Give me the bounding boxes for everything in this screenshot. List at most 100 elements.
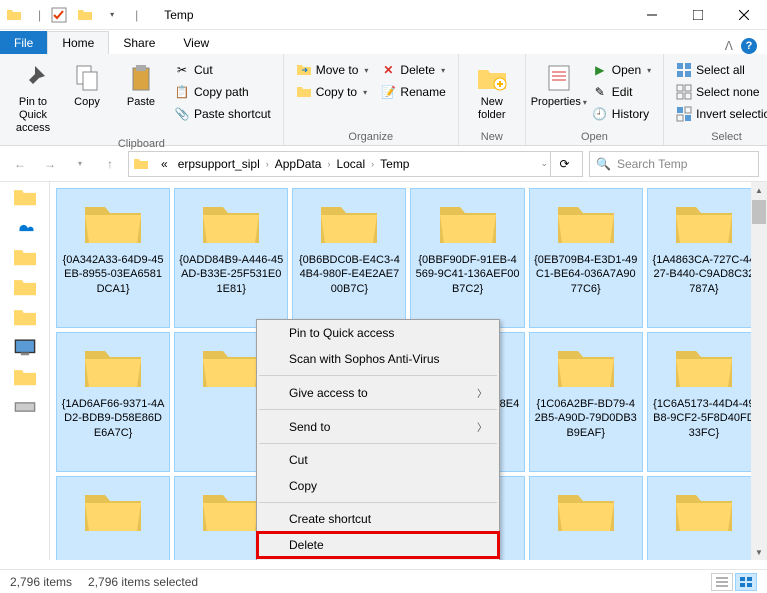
- navigation-pane[interactable]: [0, 182, 50, 560]
- crumb[interactable]: erpsupport_sipl: [174, 157, 264, 171]
- properties-icon: [543, 62, 575, 94]
- group-label: Organize: [292, 129, 450, 143]
- folder-icon[interactable]: [14, 308, 36, 326]
- chevron-right-icon: 〉: [477, 419, 487, 434]
- folder-item[interactable]: {0ADD84B9-A446-45AD-B33E-25F531E01E81}: [174, 188, 288, 328]
- folder-icon: [436, 197, 500, 247]
- move-to-button[interactable]: Move to: [292, 60, 373, 80]
- forward-button[interactable]: →: [38, 152, 62, 176]
- folder-item[interactable]: {1A4863CA-727C-4427-B440-C9AD8C32787A}: [647, 188, 761, 328]
- minimize-button[interactable]: [629, 0, 675, 30]
- scroll-thumb[interactable]: [752, 200, 766, 224]
- folder-icon[interactable]: [14, 368, 36, 386]
- drive-icon[interactable]: [14, 398, 36, 416]
- group-label: New: [467, 129, 517, 143]
- ctx-send-to[interactable]: Send to〉: [257, 413, 499, 440]
- breadcrumb[interactable]: « erpsupport_sipl› AppData› Local› Temp …: [128, 151, 583, 177]
- history-button[interactable]: 🕘History: [588, 104, 655, 124]
- scroll-up-arrow[interactable]: ▲: [751, 182, 767, 198]
- search-icon: 🔍: [596, 157, 611, 171]
- folder-item[interactable]: [647, 476, 761, 560]
- folder-item[interactable]: [529, 476, 643, 560]
- select-none-button[interactable]: Select none: [672, 82, 767, 102]
- help-icon[interactable]: ?: [741, 38, 757, 54]
- move-to-icon: [296, 62, 312, 78]
- crumb[interactable]: Local: [332, 157, 369, 171]
- copy-path-button[interactable]: 📋Copy path: [170, 82, 275, 102]
- open-button[interactable]: ▶Open: [588, 60, 655, 80]
- paste-shortcut-button[interactable]: 📎Paste shortcut: [170, 104, 275, 124]
- ctx-pin-to-quick-access[interactable]: Pin to Quick access: [257, 320, 499, 346]
- maximize-button[interactable]: [675, 0, 721, 30]
- properties-button[interactable]: Properties: [534, 58, 584, 109]
- up-button[interactable]: ↑: [98, 152, 122, 176]
- pin-to-quick-access-button[interactable]: Pin to Quick access: [8, 58, 58, 136]
- rename-icon: 📝: [380, 84, 396, 100]
- copy-icon: [71, 62, 103, 94]
- recent-dropdown[interactable]: ▾: [68, 152, 92, 176]
- refresh-button[interactable]: ⟳: [550, 152, 578, 176]
- tab-file[interactable]: File: [0, 31, 47, 54]
- delete-button[interactable]: ✕Delete: [376, 60, 449, 80]
- folder-item[interactable]: [56, 476, 170, 560]
- search-input[interactable]: 🔍 Search Temp: [589, 151, 759, 177]
- details-view-button[interactable]: [711, 573, 733, 591]
- folder-name: {1A4863CA-727C-4427-B440-C9AD8C32787A}: [652, 253, 756, 296]
- select-all-icon: [676, 62, 692, 78]
- ctx-give-access-to[interactable]: Give access to〉: [257, 379, 499, 406]
- tab-view[interactable]: View: [169, 31, 223, 54]
- this-pc-icon[interactable]: [14, 338, 36, 356]
- vertical-scrollbar[interactable]: ▲ ▼: [751, 182, 767, 560]
- history-dropdown[interactable]: ⌄: [540, 158, 548, 169]
- item-count: 2,796 items: [10, 575, 72, 589]
- folder-item[interactable]: {0B6BDC0B-E4C3-44B4-980F-E4E2AE700B7C}: [292, 188, 406, 328]
- select-all-button[interactable]: Select all: [672, 60, 767, 80]
- new-folder-button[interactable]: New folder: [467, 58, 517, 122]
- folder-icon: [554, 485, 618, 535]
- folder-icon[interactable]: [14, 248, 36, 266]
- crumb[interactable]: «: [157, 157, 172, 171]
- crumb[interactable]: Temp: [376, 157, 413, 171]
- folder-item[interactable]: {0EB709B4-E3D1-49C1-BE64-036A7A9077C6}: [529, 188, 643, 328]
- folder-icon[interactable]: [14, 188, 36, 206]
- group-label: Select: [672, 129, 767, 143]
- ctx-rename[interactable]: Rename: [257, 558, 499, 560]
- folder-item[interactable]: {1C6A5173-44D4-49B8-9CF2-5F8D40FD33FC}: [647, 332, 761, 472]
- icons-view-button[interactable]: [735, 573, 757, 591]
- folder-item[interactable]: {0A342A33-64D9-45EB-8955-03EA6581DCA1}: [56, 188, 170, 328]
- invert-selection-icon: [676, 106, 692, 122]
- folder-icon[interactable]: [14, 278, 36, 296]
- checkbox-icon[interactable]: [51, 7, 67, 23]
- ctx-delete[interactable]: Delete: [257, 532, 499, 558]
- separator: |: [38, 8, 41, 22]
- folder-item[interactable]: {1C06A2BF-BD79-42B5-A90D-79D0DB3B9EAF}: [529, 332, 643, 472]
- ctx-scan-antivirus[interactable]: Scan with Sophos Anti-Virus: [257, 346, 499, 372]
- tab-home[interactable]: Home: [47, 31, 109, 54]
- file-list[interactable]: {0A342A33-64D9-45EB-8955-03EA6581DCA1}{0…: [50, 182, 767, 560]
- folder-icon: [77, 7, 93, 23]
- back-button[interactable]: ←: [8, 152, 32, 176]
- qa-dropdown[interactable]: [103, 7, 119, 23]
- onedrive-icon[interactable]: [14, 218, 36, 236]
- ribbon-tabs: File Home Share View ᐱ ?: [0, 30, 767, 54]
- rename-button[interactable]: 📝Rename: [376, 82, 449, 102]
- edit-button[interactable]: ✎Edit: [588, 82, 655, 102]
- close-button[interactable]: [721, 0, 767, 30]
- cut-button[interactable]: ✂Cut: [170, 60, 275, 80]
- paste-button[interactable]: Paste: [116, 58, 166, 109]
- copy-to-button[interactable]: Copy to: [292, 82, 373, 102]
- folder-item[interactable]: {1AD6AF66-9371-4AD2-BDB9-D58E86DE6A7C}: [56, 332, 170, 472]
- copy-to-icon: [296, 84, 312, 100]
- ctx-create-shortcut[interactable]: Create shortcut: [257, 506, 499, 532]
- folder-name: {1C06A2BF-BD79-42B5-A90D-79D0DB3B9EAF}: [534, 397, 638, 440]
- crumb[interactable]: AppData: [271, 157, 326, 171]
- ctx-cut[interactable]: Cut: [257, 447, 499, 473]
- invert-selection-button[interactable]: Invert selection: [672, 104, 767, 124]
- collapse-ribbon-icon[interactable]: ᐱ: [725, 39, 733, 53]
- selected-count: 2,796 items selected: [88, 575, 198, 589]
- folder-item[interactable]: {0BBF90DF-91EB-4569-9C41-136AEF00B7C2}: [410, 188, 524, 328]
- tab-share[interactable]: Share: [109, 31, 169, 54]
- scroll-down-arrow[interactable]: ▼: [751, 544, 767, 560]
- ctx-copy[interactable]: Copy: [257, 473, 499, 499]
- copy-button[interactable]: Copy: [62, 58, 112, 109]
